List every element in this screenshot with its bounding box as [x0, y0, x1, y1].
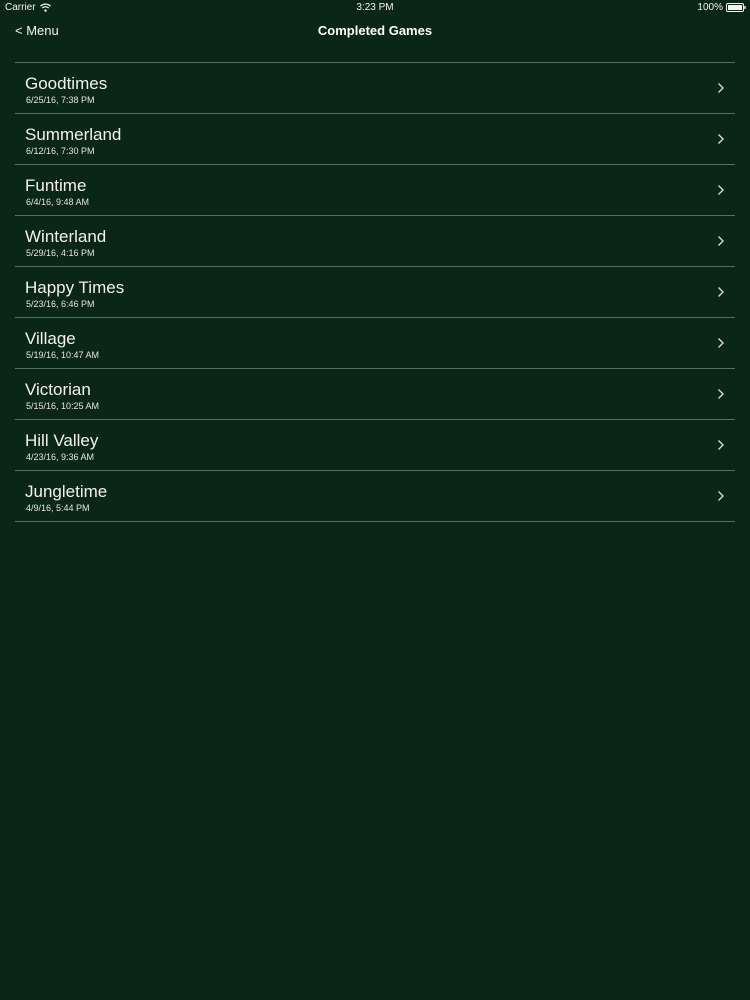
chevron-right-icon	[718, 389, 724, 399]
game-date: 5/19/16, 10:47 AM	[26, 350, 100, 360]
game-name: Goodtimes	[25, 74, 108, 93]
nav-bar: < Menu Completed Games	[0, 16, 750, 46]
game-date: 4/9/16, 5:44 PM	[26, 503, 90, 513]
game-row[interactable]: Village 5/19/16, 10:47 AM	[15, 318, 735, 369]
game-name: Summerland	[25, 125, 122, 144]
page-title: Completed Games	[317, 23, 433, 38]
game-row[interactable]: Funtime 6/4/16, 9:48 AM	[15, 165, 735, 216]
game-row[interactable]: Jungletime 4/9/16, 5:44 PM	[15, 471, 735, 522]
battery-percent: 100%	[697, 2, 723, 13]
game-row[interactable]: Winterland 5/29/16, 4:16 PM	[15, 216, 735, 267]
game-name: Village	[25, 329, 76, 348]
chevron-right-icon	[718, 236, 724, 246]
game-row[interactable]: Hill Valley 4/23/16, 9:36 AM	[15, 420, 735, 471]
game-date: 6/25/16, 7:38 PM	[26, 95, 95, 105]
chevron-right-icon	[718, 134, 724, 144]
chevron-right-icon	[718, 338, 724, 348]
game-name: Winterland	[25, 227, 107, 246]
game-name: Jungletime	[25, 482, 108, 501]
game-name: Funtime	[25, 176, 87, 195]
game-name: Happy Times	[25, 278, 125, 297]
battery-icon	[726, 3, 746, 12]
game-row[interactable]: Victorian 5/15/16, 10:25 AM	[15, 369, 735, 420]
status-battery: 100%	[697, 2, 746, 13]
completed-games-list: Goodtimes 6/25/16, 7:38 PM Summerland 6/…	[15, 62, 735, 522]
game-date: 6/4/16, 9:48 AM	[26, 197, 90, 207]
status-bar: Carrier 3:23 PM 100%	[0, 0, 750, 16]
chevron-right-icon	[718, 185, 724, 195]
game-row[interactable]: Happy Times 5/23/16, 6:46 PM	[15, 267, 735, 318]
game-date: 4/23/16, 9:36 AM	[26, 452, 95, 462]
game-date: 5/23/16, 6:46 PM	[26, 299, 95, 309]
game-date: 5/15/16, 10:25 AM	[26, 401, 100, 411]
game-name: Victorian	[25, 380, 91, 399]
chevron-right-icon	[718, 287, 724, 297]
game-row[interactable]: Summerland 6/12/16, 7:30 PM	[15, 114, 735, 165]
chevron-right-icon	[718, 491, 724, 501]
chevron-right-icon	[718, 440, 724, 450]
game-name: Hill Valley	[25, 431, 99, 450]
game-row[interactable]: Goodtimes 6/25/16, 7:38 PM	[15, 63, 735, 114]
game-date: 6/12/16, 7:30 PM	[26, 146, 95, 156]
status-time: 3:23 PM	[356, 2, 394, 13]
game-date: 5/29/16, 4:16 PM	[26, 248, 95, 258]
chevron-right-icon	[718, 83, 724, 93]
